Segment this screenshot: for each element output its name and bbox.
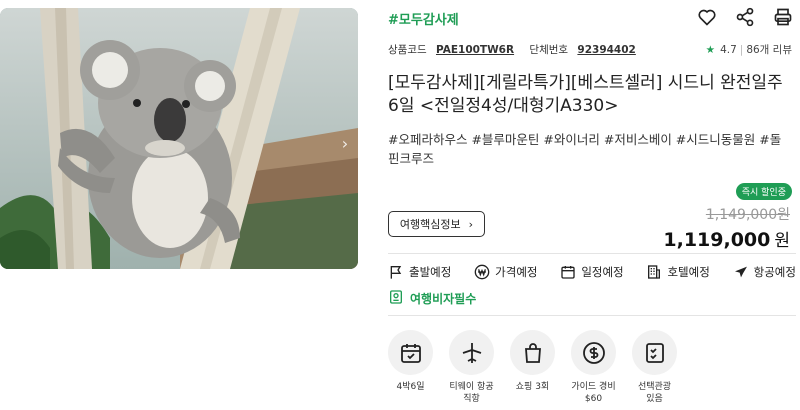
product-code-label: 상품코드 bbox=[388, 44, 427, 56]
visa-required[interactable]: 여행비자필수 bbox=[388, 289, 476, 308]
rating[interactable]: ★ 4.7 | 86개 리뷰 bbox=[706, 42, 792, 57]
won-icon bbox=[474, 264, 490, 280]
sale-price: 1,119,000 원 bbox=[663, 226, 790, 251]
sale-price-unit: 원 bbox=[774, 231, 790, 251]
rating-score: 4.7 bbox=[720, 44, 737, 56]
feature-airline-label: 티웨이 항공 직항 bbox=[449, 382, 494, 404]
flag-icon bbox=[388, 264, 404, 280]
tab-hotel-label: 호텔예정 bbox=[667, 265, 710, 279]
feature-shopping-label: 쇼핑 3회 bbox=[515, 382, 550, 392]
heart-icon[interactable] bbox=[696, 6, 718, 28]
calendar-check-icon bbox=[388, 330, 433, 375]
share-icon[interactable] bbox=[734, 6, 756, 28]
divider bbox=[388, 253, 796, 254]
product-hashtags: #오페라하우스 #블루마운틴 #와이너리 #저비스베이 #시드니동물원 #돌핀크… bbox=[388, 132, 782, 166]
tab-price-label: 가격예정 bbox=[495, 265, 538, 279]
airplane-icon bbox=[449, 330, 494, 375]
product-meta: 상품코드 PAE100TW6R 단체번호 92394402 ★ 4.7 | 86개 리… bbox=[388, 42, 796, 57]
product-tag[interactable]: #모두감사제 bbox=[388, 9, 459, 28]
koala-photo bbox=[0, 8, 358, 269]
tab-schedule-label: 일정예정 bbox=[581, 265, 624, 279]
action-icons bbox=[696, 6, 794, 28]
tab-schedule[interactable]: 일정예정 bbox=[560, 264, 624, 280]
trip-features: 4박6일 티웨이 항공 직항 쇼핑 3회 가이드 경비 $60 선택관광 있음 bbox=[388, 330, 677, 405]
review-count[interactable]: 86개 리뷰 bbox=[746, 44, 792, 56]
product-image[interactable]: › bbox=[0, 8, 358, 269]
travel-key-info-label: 여행핵심정보 bbox=[399, 218, 461, 231]
feature-guide-fee-label: 가이드 경비 $60 bbox=[571, 382, 616, 404]
calendar-icon bbox=[560, 264, 576, 280]
visa-icon bbox=[388, 289, 404, 308]
divider bbox=[388, 315, 796, 316]
tab-departure-label: 출발예정 bbox=[409, 265, 452, 279]
discount-badge: 즉시 할인중 bbox=[735, 183, 792, 200]
feature-guide-fee: 가이드 경비 $60 bbox=[571, 330, 616, 405]
star-icon: ★ bbox=[705, 44, 716, 56]
feature-shopping: 쇼핑 3회 bbox=[510, 330, 555, 405]
feature-duration-label: 4박6일 bbox=[396, 382, 425, 392]
tab-flight[interactable]: 항공예정 bbox=[733, 264, 796, 280]
shopping-bag-icon bbox=[510, 330, 555, 375]
group-number-label: 단체번호 bbox=[529, 44, 569, 56]
tab-price[interactable]: 가격예정 bbox=[474, 264, 537, 280]
feature-optional-tour-label: 선택관광 있음 bbox=[637, 382, 672, 404]
feature-optional-tour: 선택관광 있음 bbox=[632, 330, 677, 405]
feature-duration: 4박6일 bbox=[388, 330, 433, 405]
tab-departure[interactable]: 출발예정 bbox=[388, 264, 451, 280]
next-image-icon[interactable]: › bbox=[336, 130, 354, 156]
hotel-icon bbox=[646, 264, 662, 280]
tab-hotel[interactable]: 호텔예정 bbox=[646, 264, 710, 280]
product-code-value[interactable]: PAE100TW6R bbox=[436, 44, 514, 56]
travel-key-info-button[interactable]: 여행핵심정보 › bbox=[388, 211, 485, 237]
plane-icon bbox=[733, 264, 749, 280]
chevron-right-icon: › bbox=[468, 217, 474, 231]
feature-airline: 티웨이 항공 직항 bbox=[449, 330, 494, 405]
checklist-icon bbox=[632, 330, 677, 375]
original-price: 1,149,000원 bbox=[705, 207, 790, 223]
tab-flight-label: 항공예정 bbox=[753, 265, 796, 279]
dollar-icon bbox=[571, 330, 616, 375]
schedule-tabs: 출발예정 가격예정 일정예정 호텔예정 항공예정 bbox=[388, 264, 796, 280]
product-title: [모두감사제][게릴라특가][베스트셀러] 시드니 완전일주 6일 <전일정4성… bbox=[388, 73, 783, 116]
group-number-value[interactable]: 92394402 bbox=[577, 44, 635, 56]
sale-price-value: 1,119,000 bbox=[663, 229, 771, 251]
visa-label: 여행비자필수 bbox=[410, 292, 477, 306]
print-icon[interactable] bbox=[772, 6, 794, 28]
